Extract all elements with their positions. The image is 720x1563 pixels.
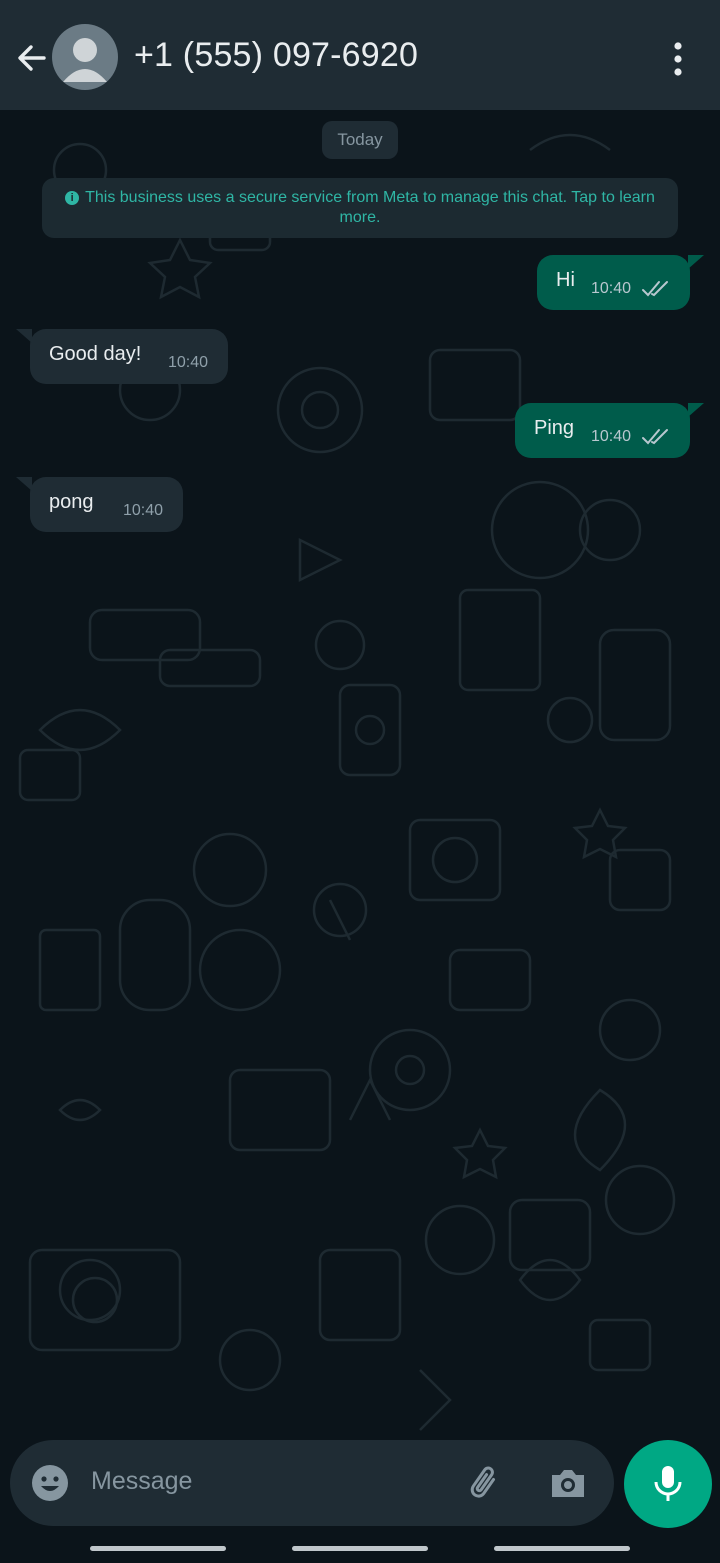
- nav-back[interactable]: [494, 1546, 630, 1551]
- encryption-info-banner[interactable]: i This business uses a secure service fro…: [42, 178, 678, 238]
- default-user-icon: [63, 38, 107, 82]
- bubble-tail: [688, 255, 704, 269]
- chat-header: +1 (555) 097-6920: [0, 0, 720, 110]
- info-icon: i: [65, 191, 80, 205]
- nav-home[interactable]: [292, 1546, 428, 1551]
- incoming-message[interactable]: Good day! 10:40: [30, 329, 228, 384]
- message-input[interactable]: Message: [91, 1467, 192, 1496]
- message-text: Ping: [534, 417, 575, 439]
- message-text: Good day!: [49, 343, 142, 365]
- nav-recents[interactable]: [90, 1546, 226, 1551]
- message-time: 10:40: [168, 354, 209, 371]
- microphone-icon: [654, 1466, 682, 1501]
- read-receipt-icon: [642, 429, 668, 445]
- message-time: 10:40: [123, 502, 164, 519]
- contact-phone-number[interactable]: +1 (555) 097-6920: [134, 36, 418, 75]
- message-time: 10:40: [591, 428, 632, 445]
- outgoing-message[interactable]: Ping 10:40: [515, 403, 690, 458]
- bubble-tail: [16, 477, 32, 491]
- message-text: pong: [49, 491, 94, 513]
- kebab-menu-icon[interactable]: [668, 40, 688, 80]
- message-text: Hi: [556, 269, 575, 291]
- camera-icon[interactable]: [548, 1464, 588, 1502]
- message-time: 10:40: [591, 280, 632, 297]
- paperclip-icon[interactable]: [464, 1462, 506, 1504]
- avatar[interactable]: [52, 24, 118, 90]
- emoji-icon[interactable]: [30, 1463, 70, 1503]
- date-separator: Today: [322, 121, 398, 159]
- incoming-message[interactable]: pong 10:40: [30, 477, 183, 532]
- chat-wallpaper: [18, 133, 676, 1431]
- outgoing-message[interactable]: Hi 10:40: [537, 255, 690, 310]
- read-receipt-icon: [642, 281, 668, 297]
- arrow-left-icon[interactable]: [12, 38, 52, 78]
- message-composer: Message: [10, 1440, 614, 1526]
- bubble-tail: [16, 329, 32, 343]
- voice-message-button[interactable]: [624, 1440, 712, 1528]
- bubble-tail: [688, 403, 704, 417]
- info-banner-text: This business uses a secure service from…: [85, 189, 655, 226]
